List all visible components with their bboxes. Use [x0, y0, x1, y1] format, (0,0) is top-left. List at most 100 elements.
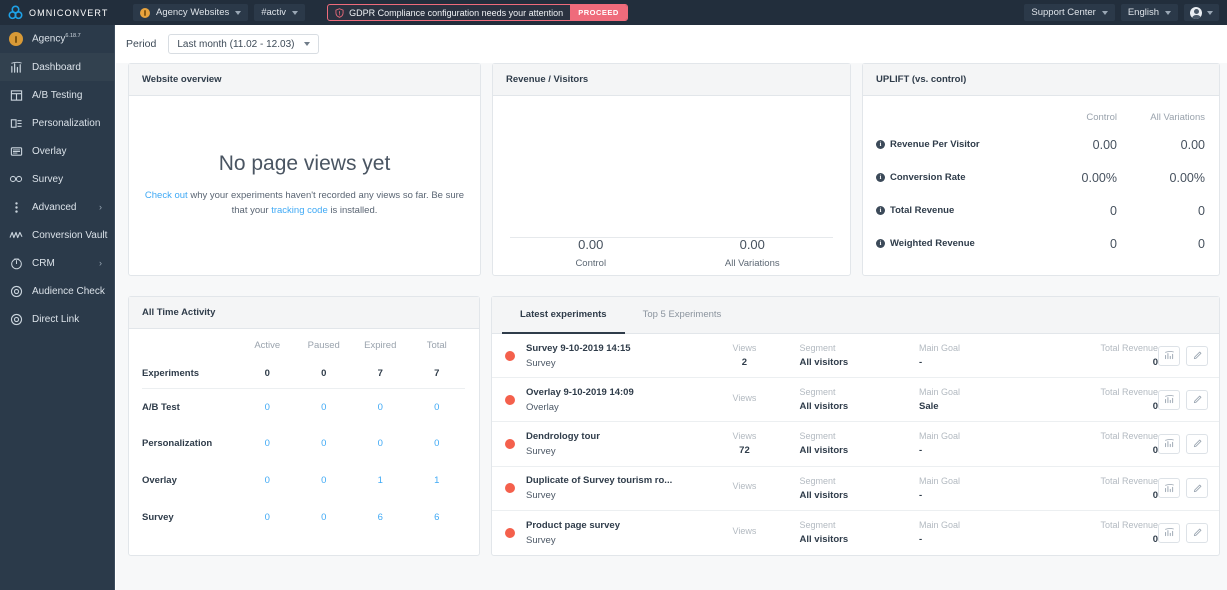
top-bar-right: Support Center English — [1024, 4, 1227, 21]
cell-paused[interactable]: 0 — [296, 512, 353, 523]
report-button[interactable] — [1158, 434, 1180, 454]
edit-button[interactable] — [1186, 478, 1208, 498]
report-chart-icon — [1164, 527, 1175, 538]
sidebar-item-overlay[interactable]: Overlay — [0, 137, 114, 165]
main-goal-label: Main Goal — [919, 520, 1038, 530]
support-center-menu[interactable]: Support Center — [1024, 4, 1114, 21]
website-overview-body: No page views yet Check out why your exp… — [129, 96, 480, 275]
experiment-total-revenue: Total Revenue 0 — [1039, 520, 1158, 545]
cell-active[interactable]: 0 — [239, 475, 296, 486]
sidebar-item-survey[interactable]: Survey — [0, 165, 114, 193]
experiment-row[interactable]: Overlay 9-10-2019 14:09 Overlay Views Se… — [492, 378, 1219, 422]
tag-selector[interactable]: #activ — [254, 4, 305, 21]
cell-active[interactable]: 0 — [239, 512, 296, 523]
tab-latest-experiments[interactable]: Latest experiments — [502, 297, 625, 333]
cell-active[interactable]: 0 — [239, 402, 296, 413]
brand-logo[interactable]: OMNICONVERT — [0, 0, 115, 25]
edit-button[interactable] — [1186, 346, 1208, 366]
total-revenue-value: 0 — [1039, 401, 1158, 412]
info-icon[interactable]: i — [876, 206, 885, 215]
info-icon[interactable]: i — [876, 239, 885, 248]
experiment-info: Product page survey Survey — [526, 520, 689, 546]
sidebar-item-conversion-vault[interactable]: Conversion Vault — [0, 221, 114, 249]
sidebar-item-label: Dashboard — [32, 62, 81, 73]
experiment-info: Duplicate of Survey tourism ro... Survey — [526, 475, 689, 501]
check-out-link[interactable]: Check out — [145, 190, 188, 201]
total-revenue-value: 0 — [1039, 357, 1158, 368]
sidebar-item-personalization[interactable]: Personalization — [0, 109, 114, 137]
total-revenue-label: Total Revenue — [1039, 343, 1158, 353]
experiment-actions — [1158, 390, 1208, 410]
tracking-code-link[interactable]: tracking code — [271, 205, 328, 216]
chart-value: 0.00 — [510, 237, 672, 252]
cell-paused[interactable]: 0 — [296, 402, 353, 413]
site-dot-icon — [140, 8, 150, 18]
site-selector[interactable]: Agency Websites — [133, 4, 248, 21]
edit-button[interactable] — [1186, 390, 1208, 410]
conversion-vault-icon — [9, 228, 23, 242]
experiment-views: Views — [689, 526, 799, 540]
row-label: Overlay — [142, 475, 239, 486]
uplift-row: i Total Revenue 0 0 — [876, 194, 1205, 227]
report-button[interactable] — [1158, 478, 1180, 498]
experiment-row[interactable]: Product page survey Survey Views Segment… — [492, 511, 1219, 555]
cell-total[interactable]: 6 — [409, 512, 466, 523]
sidebar-item-agency[interactable]: Agency6.18.7 — [0, 25, 114, 53]
experiment-segment: Segment All visitors — [800, 431, 919, 456]
card-title: All Time Activity — [142, 307, 215, 318]
experiment-row[interactable]: Dendrology tour Survey Views 72 Segment … — [492, 422, 1219, 466]
experiment-row[interactable]: Duplicate of Survey tourism ro... Survey… — [492, 467, 1219, 511]
report-button[interactable] — [1158, 346, 1180, 366]
experiment-name: Duplicate of Survey tourism ro... — [526, 475, 689, 486]
sidebar-item-label: A/B Testing — [32, 90, 82, 101]
sidebar-item-label: Conversion Vault — [32, 230, 107, 241]
status-dot-icon — [505, 528, 515, 538]
cell-total[interactable]: 0 — [409, 402, 466, 413]
sidebar-item-crm[interactable]: CRM › — [0, 249, 114, 277]
sidebar-item-ab-testing[interactable]: A/B Testing — [0, 81, 114, 109]
gdpr-banner[interactable]: GDPR Compliance configuration needs your… — [327, 4, 628, 21]
uplift-row: i Conversion Rate 0.00% 0.00% — [876, 161, 1205, 194]
experiment-actions — [1158, 478, 1208, 498]
chevron-down-icon — [1207, 11, 1213, 15]
gdpr-proceed-button[interactable]: PROCEED — [570, 5, 627, 20]
views-label: Views — [689, 526, 799, 536]
cell-expired[interactable]: 1 — [352, 475, 409, 486]
account-menu[interactable] — [1184, 4, 1219, 21]
views-value: 72 — [689, 445, 799, 456]
edit-button[interactable] — [1186, 434, 1208, 454]
tab-top-5-experiments[interactable]: Top 5 Experiments — [625, 297, 740, 333]
cell-expired[interactable]: 0 — [352, 438, 409, 449]
chevron-right-icon: › — [99, 259, 102, 268]
cell-active[interactable]: 0 — [239, 438, 296, 449]
edit-button[interactable] — [1186, 523, 1208, 543]
experiment-name: Product page survey — [526, 520, 689, 531]
status-dot-icon — [505, 439, 515, 449]
cell-total[interactable]: 1 — [409, 475, 466, 486]
experiment-total-revenue: Total Revenue 0 — [1039, 387, 1158, 412]
cell-paused[interactable]: 0 — [296, 475, 353, 486]
uplift-card: UPLIFT (vs. control) Control All Variati… — [862, 63, 1220, 276]
cell-expired[interactable]: 6 — [352, 512, 409, 523]
views-label: Views — [689, 481, 799, 491]
uplift-value-variations: 0 — [1117, 237, 1205, 251]
language-menu[interactable]: English — [1121, 4, 1178, 21]
segment-label: Segment — [800, 520, 919, 530]
report-button[interactable] — [1158, 523, 1180, 543]
cell-total[interactable]: 0 — [409, 438, 466, 449]
cell-expired[interactable]: 0 — [352, 402, 409, 413]
cell-paused[interactable]: 0 — [296, 438, 353, 449]
experiment-row[interactable]: Survey 9-10-2019 14:15 Survey Views 2 Se… — [492, 334, 1219, 378]
card-title: UPLIFT (vs. control) — [876, 74, 966, 85]
sidebar-item-direct-link[interactable]: Direct Link — [0, 305, 114, 333]
info-icon[interactable]: i — [876, 140, 885, 149]
sidebar-item-dashboard[interactable]: Dashboard — [0, 53, 114, 81]
period-select[interactable]: Last month (11.02 - 12.03) — [168, 34, 319, 54]
sidebar-item-advanced[interactable]: Advanced › — [0, 193, 114, 221]
table-row: Personalization 0 0 0 0 — [142, 425, 465, 462]
info-icon[interactable]: i — [876, 173, 885, 182]
sidebar-item-audience-check[interactable]: Audience Check — [0, 277, 114, 305]
revenue-visitors-chart: 0.00 Control 0.00 All Variations — [493, 96, 850, 275]
report-button[interactable] — [1158, 390, 1180, 410]
sidebar-item-label: Overlay — [32, 146, 66, 157]
